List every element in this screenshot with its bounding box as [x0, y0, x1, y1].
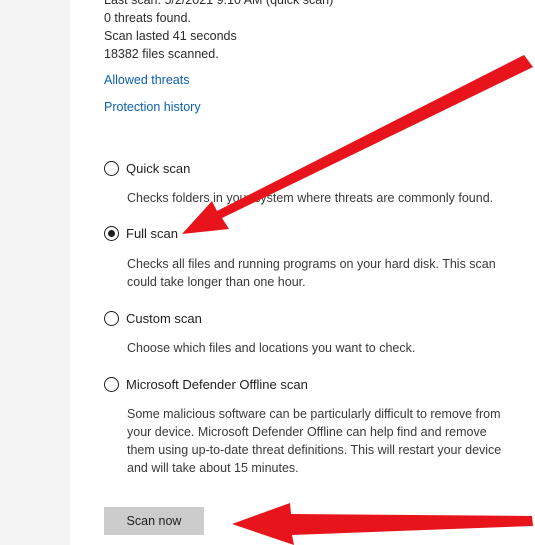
- custom-scan-description: Choose which files and locations you wan…: [127, 341, 416, 355]
- quick-scan-label: Quick scan: [126, 161, 191, 176]
- allowed-threats-link[interactable]: Allowed threats: [104, 73, 189, 87]
- custom-scan-radio[interactable]: [104, 311, 119, 326]
- scan-options-page: Last scan: 5/2/2021 9:10 AM (quick scan)…: [0, 0, 535, 545]
- quick-scan-radio[interactable]: [104, 161, 119, 176]
- offline-scan-label: Microsoft Defender Offline scan: [126, 377, 308, 392]
- files-scanned-text: 18382 files scanned.: [104, 47, 219, 61]
- offline-scan-radio[interactable]: [104, 377, 119, 392]
- full-scan-label: Full scan: [126, 226, 179, 241]
- offline-scan-option[interactable]: Microsoft Defender Offline scan: [104, 377, 308, 392]
- arrow-to-scan-now-icon: [232, 503, 533, 545]
- full-scan-description: Checks all files and running programs on…: [127, 257, 496, 289]
- custom-scan-option[interactable]: Custom scan: [104, 311, 202, 326]
- navigation-strip: [0, 0, 70, 545]
- scan-now-button[interactable]: Scan now: [104, 507, 204, 535]
- threats-found-text: 0 threats found.: [104, 11, 191, 25]
- selected-dot-icon: [108, 230, 115, 237]
- full-scan-radio[interactable]: [104, 226, 119, 241]
- last-scan-text: Last scan: 5/2/2021 9:10 AM (quick scan): [104, 0, 334, 7]
- arrow-to-full-scan-icon: [182, 55, 533, 234]
- offline-scan-description: Some malicious software can be particula…: [127, 407, 502, 475]
- quick-scan-description: Checks folders in your system where thre…: [127, 191, 494, 205]
- quick-scan-option[interactable]: Quick scan: [104, 161, 190, 176]
- protection-history-link[interactable]: Protection history: [104, 100, 201, 114]
- full-scan-option[interactable]: Full scan: [104, 226, 178, 241]
- scan-duration-text: Scan lasted 41 seconds: [104, 29, 237, 43]
- custom-scan-label: Custom scan: [126, 311, 202, 326]
